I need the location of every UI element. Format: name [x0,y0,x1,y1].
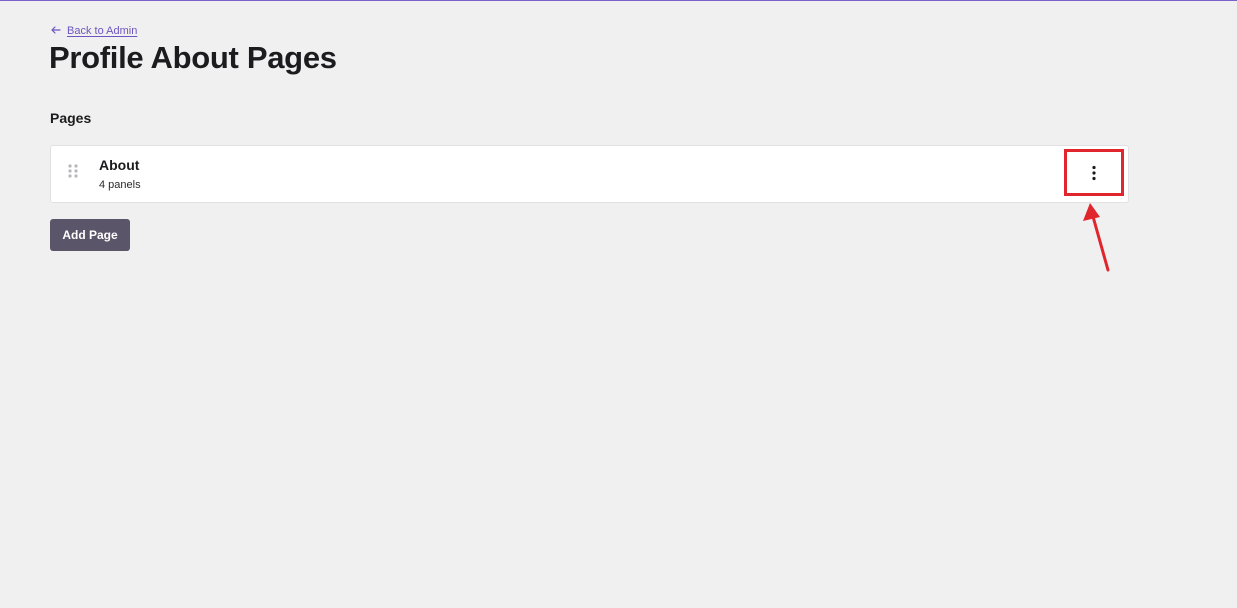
callout-arrow-icon [1083,203,1110,272]
page-name: About [99,157,140,173]
page-panel-count: 4 panels [99,179,141,191]
back-link-label[interactable]: Back to Admin [67,25,137,37]
page-options-button[interactable] [1064,149,1124,196]
page-list-item[interactable]: About 4 panels [50,145,1129,203]
more-vertical-icon [1092,165,1096,180]
add-page-button[interactable]: Add Page [50,219,130,251]
page-title: Profile About Pages [49,40,337,75]
arrow-left-icon [50,24,62,36]
pages-section-heading: Pages [50,110,92,126]
back-to-admin-link[interactable]: Back to Admin [50,23,137,37]
drag-handle-icon[interactable] [67,163,79,179]
